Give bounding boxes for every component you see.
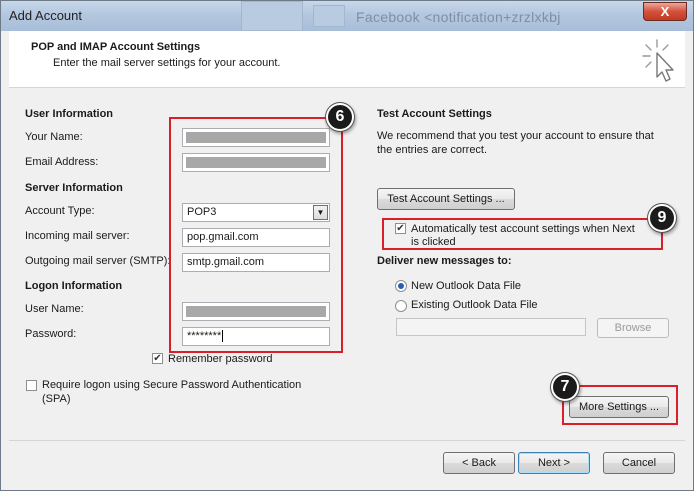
account-type-label: Account Type: [25,205,95,217]
footer-divider [9,440,685,441]
annotation-highlight-server-fields [169,117,343,353]
spa-checkbox[interactable] [26,380,37,391]
existing-data-file-radio[interactable] [395,300,407,312]
test-description: We recommend that you test your account … [377,130,654,142]
add-account-dialog: Facebook <notification+zrzlxkbj Add Acco… [0,0,694,491]
dialog-body: User Information Your Name: Email Addres… [9,88,685,484]
window-title: Add Account [9,8,82,23]
new-data-file-radio[interactable] [395,280,407,292]
next-button[interactable]: Next > [518,452,590,474]
spa-label[interactable]: Require logon using Secure Password Auth… [42,379,301,391]
header-title: POP and IMAP Account Settings [31,41,201,53]
existing-data-file-path-input[interactable] [396,318,586,336]
test-account-settings-button[interactable]: Test Account Settings ... [377,188,515,210]
close-button[interactable]: X [643,2,687,21]
remember-password-checkbox[interactable]: ✔ [152,353,163,364]
existing-data-file-label[interactable]: Existing Outlook Data File [411,299,538,311]
test-description-continued: the entries are correct. [377,144,488,156]
dialog-header: POP and IMAP Account Settings Enter the … [9,31,685,88]
close-icon: X [660,4,670,19]
annotation-highlight-auto-test [382,218,663,250]
annotation-badge-7: 7 [553,375,577,399]
logon-information-heading: Logon Information [25,280,123,292]
password-label: Password: [25,328,77,340]
outgoing-server-label: Outgoing mail server (SMTP): [25,255,171,267]
your-name-label: Your Name: [25,131,83,143]
title-bar[interactable]: Facebook <notification+zrzlxkbj Add Acco… [1,1,693,31]
back-button[interactable]: < Back [443,452,515,474]
spa-label-continued[interactable]: (SPA) [42,393,71,405]
click-cursor-icon [642,39,674,82]
remember-password-label[interactable]: Remember password [168,353,273,365]
test-account-settings-heading: Test Account Settings [377,108,492,120]
annotation-highlight-more-settings [562,385,678,425]
server-information-heading: Server Information [25,182,123,194]
user-information-heading: User Information [25,108,114,120]
annotation-badge-9: 9 [650,206,674,230]
deliver-messages-heading: Deliver new messages to: [377,255,512,267]
header-subtitle: Enter the mail server settings for your … [53,57,281,69]
background-window-fragment [313,5,345,27]
background-window-fragment [241,1,303,31]
radio-selected-dot [398,283,404,289]
browse-button[interactable]: Browse [597,318,669,338]
email-address-label: Email Address: [25,156,99,168]
background-window-title: Facebook <notification+zrzlxkbj [356,9,561,25]
new-data-file-label[interactable]: New Outlook Data File [411,280,521,292]
annotation-badge-6: 6 [328,105,352,129]
incoming-server-label: Incoming mail server: [25,230,130,242]
user-name-label: User Name: [25,303,84,315]
cancel-button[interactable]: Cancel [603,452,675,474]
